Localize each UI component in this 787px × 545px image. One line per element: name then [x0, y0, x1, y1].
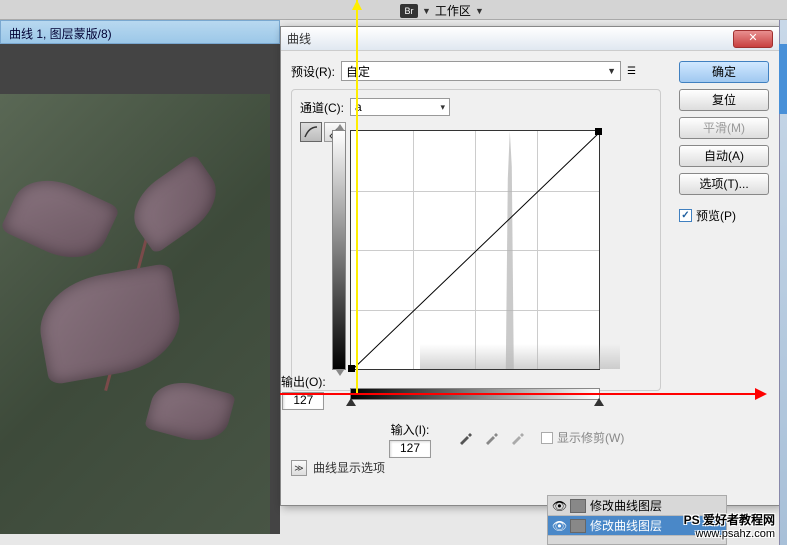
curve-tool-button[interactable] [300, 122, 322, 142]
show-clipping-checkbox[interactable] [541, 432, 553, 444]
show-clipping-label: 显示修剪(W) [557, 429, 624, 446]
image-preview [0, 94, 270, 534]
curves-dialog: 曲线 ✕ 预设(R): 自定 ▼ ☰ 通道(C): a ▾ [280, 26, 780, 506]
expand-button[interactable]: ≫ [291, 460, 307, 476]
watermark-url: www.psahz.com [684, 528, 775, 541]
preview-checkbox[interactable]: ✓ [679, 209, 692, 222]
black-slider[interactable] [346, 400, 356, 410]
curve-plot[interactable] [350, 130, 600, 370]
workspace-label[interactable]: 工作区 [435, 2, 471, 19]
output-label: 输出(O): [281, 373, 326, 390]
eyedropper-icon [483, 430, 499, 446]
preset-menu-icon[interactable]: ☰ [627, 66, 636, 77]
workspace-dropdown-icon[interactable]: ▼ [475, 6, 484, 16]
preset-label: 预设(R): [291, 63, 335, 80]
close-button[interactable]: ✕ [733, 30, 773, 48]
preset-select[interactable]: 自定 ▼ [341, 61, 621, 81]
reset-button[interactable]: 复位 [679, 89, 769, 111]
chevron-down-icon: ▾ [440, 102, 445, 113]
black-eyedropper[interactable] [456, 429, 474, 447]
input-label: 输入(I): [391, 421, 430, 438]
layer-thumbnail[interactable] [570, 519, 586, 533]
document-tab[interactable]: 曲线 1, 图层蒙版/8) [0, 20, 280, 44]
visibility-icon[interactable]: 👁 [552, 519, 566, 533]
preview-label: 预览(P) [696, 207, 736, 224]
canvas-area [0, 44, 280, 534]
curve-black-point[interactable] [348, 365, 355, 372]
annotation-right-arrow-icon [755, 388, 767, 400]
curve-white-point[interactable] [595, 128, 602, 135]
layer-name: 修改曲线图层 [590, 517, 662, 534]
auto-button[interactable]: 自动(A) [679, 145, 769, 167]
channel-label: 通道(C): [300, 99, 344, 116]
curve-icon [303, 125, 319, 139]
visibility-icon[interactable]: 👁 [552, 499, 566, 513]
white-slider[interactable] [594, 400, 604, 410]
eyedropper-icon [457, 430, 473, 446]
input-input[interactable]: 127 [389, 440, 431, 458]
curve-line[interactable] [351, 131, 599, 369]
options-button[interactable]: 选项(T)... [679, 173, 769, 195]
channel-select[interactable]: a ▾ [350, 98, 450, 116]
bridge-icon[interactable]: Br [400, 4, 418, 18]
ok-button[interactable]: 确定 [679, 61, 769, 83]
watermark-title: PS 爱好者教程网 [684, 513, 775, 527]
panel-highlight [779, 44, 787, 114]
curve-graph[interactable] [350, 122, 640, 382]
br-dropdown-icon[interactable]: ▼ [422, 6, 431, 16]
layer-name: 修改曲线图层 [590, 497, 662, 514]
output-gradient [332, 130, 346, 370]
annotation-vertical-line [356, 0, 358, 395]
chevron-down-icon: ▼ [607, 66, 616, 76]
layer-thumbnail[interactable] [570, 499, 586, 513]
smooth-button: 平滑(M) [679, 117, 769, 139]
dialog-title: 曲线 [287, 30, 733, 47]
annotation-horizontal-line [280, 393, 760, 395]
display-options-label[interactable]: 曲线显示选项 [313, 459, 385, 476]
watermark: PS 爱好者教程网 www.psahz.com [684, 513, 775, 541]
white-eyedropper[interactable] [508, 429, 526, 447]
gray-eyedropper[interactable] [482, 429, 500, 447]
eyedropper-icon [509, 430, 525, 446]
preset-value: 自定 [346, 63, 370, 80]
annotation-up-arrow-icon [352, 0, 362, 10]
